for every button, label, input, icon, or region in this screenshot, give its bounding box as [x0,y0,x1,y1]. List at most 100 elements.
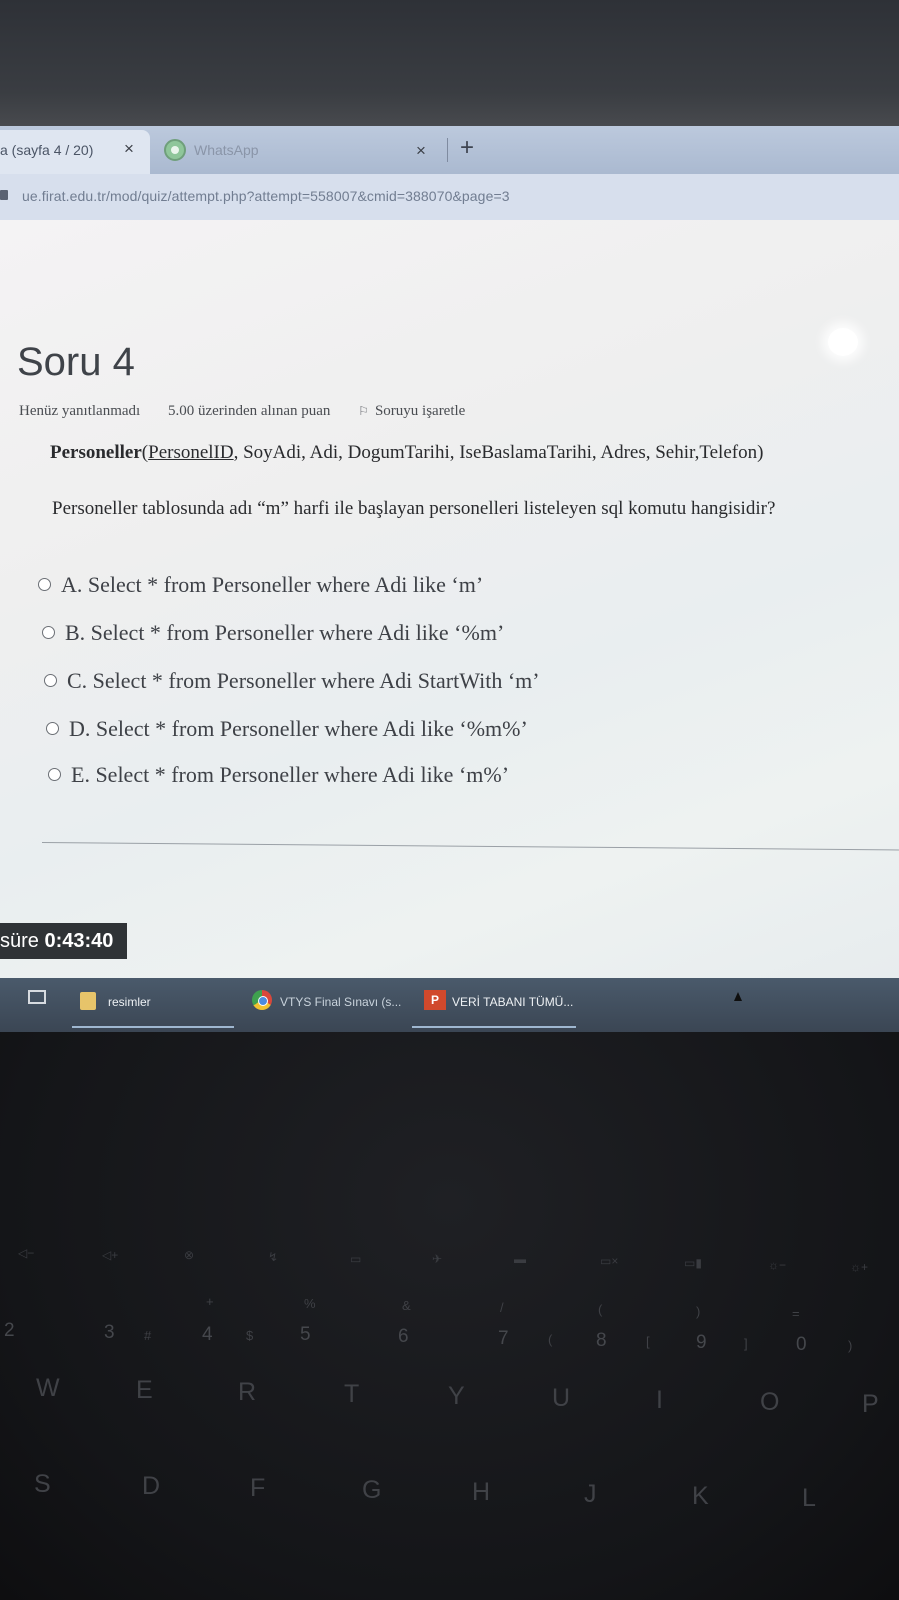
monitor-bezel [0,0,899,132]
screen-glare [828,328,858,356]
timer-value: 0:43:40 [44,930,114,952]
question-text: Personeller tablosunda adı “m” harfi ile… [52,498,776,519]
flag-question-link[interactable]: ⚐ Soruyu işaretle [358,403,465,420]
key-7: 7 [498,1328,509,1349]
key-5: 5 [300,1324,311,1345]
mouse-cursor-icon [734,992,742,1001]
key-i: I [656,1386,663,1414]
key-symbol: ) [696,1304,701,1319]
key-g: G [362,1476,382,1504]
key-symbol: ( [548,1332,553,1347]
radio-button[interactable] [42,626,55,640]
close-icon[interactable]: × [416,141,426,161]
key-p: P [862,1390,879,1418]
radio-button[interactable] [44,674,57,688]
answer-option-d[interactable]: D. Select * from Personeller where Adi l… [46,716,528,742]
key-w: W [36,1374,60,1402]
key-2: 2 [4,1320,15,1341]
schema-table-name: Personeller [50,442,142,463]
key-4: 4 [202,1324,213,1345]
key-l: L [802,1484,816,1512]
keyboard-light-icon: ▬ [514,1252,526,1266]
key-9: 9 [696,1332,707,1353]
divider [41,842,899,851]
timer-label: süre [0,930,45,952]
option-label: A. Select * from Personeller where Adi l… [61,572,484,597]
radio-button[interactable] [48,768,61,782]
radio-button[interactable] [38,578,51,592]
answer-option-a[interactable]: A. Select * from Personeller where Adi l… [38,572,483,598]
key-8: 8 [596,1330,607,1351]
new-tab-button[interactable]: + [460,134,474,162]
question-title: Soru 4 [17,340,135,384]
taskbar-item-chrome[interactable]: VTYS Final Sınavı (s... [242,978,408,1032]
key-symbol: $ [246,1328,254,1343]
active-indicator [72,1026,234,1028]
flag-icon: ⚐ [358,404,369,418]
airplane-icon: ✈ [432,1252,443,1266]
address-bar[interactable]: ue.firat.edu.tr/mod/quiz/attempt.php?att… [0,174,899,220]
table-schema: Personeller(PersonelID, SoyAdi, Adi, Dog… [50,442,763,464]
key-symbol: & [402,1298,411,1313]
radio-button[interactable] [46,722,59,736]
taskbar-item-powerpoint[interactable]: P VERİ TABANI TÜMÜ... [412,978,576,1032]
schema-columns: , SoyAdi, Adi, DogumTarihi, IseBaslamaTa… [233,442,764,463]
brightness-up-icon: ☼+ [850,1260,869,1274]
option-label: E. Select * from Personeller where Adi l… [71,762,510,787]
schema-primary-key: PersonelID [148,442,234,463]
key-t: T [344,1380,360,1408]
tab-quiz[interactable]: a (sayfa 4 / 20) × [0,130,150,174]
key-symbol: + [206,1294,214,1309]
screen-icon: ▭× [600,1254,619,1268]
key-symbol: ( [598,1302,603,1317]
key-r: R [238,1378,257,1406]
key-y: Y [448,1382,465,1410]
taskbar-item-label: resimler [108,995,151,1009]
key-symbol: [ [646,1334,650,1349]
browser-tab-strip: a (sayfa 4 / 20) × WhatsApp × + [0,126,899,174]
keyboard: ◁− ◁+ ⊗ ↯ ▭ ✈ ▬ ▭× ▭▮ ☼− ☼+ + % & / ( ) … [0,1032,899,1600]
active-indicator [412,1026,576,1028]
key-symbol: ] [744,1336,748,1351]
tab-whatsapp[interactable]: WhatsApp × [150,130,440,174]
tab-title: WhatsApp [194,142,259,158]
key-f: F [250,1474,266,1502]
key-symbol: = [792,1306,800,1321]
key-symbol: % [304,1296,316,1311]
volume-up-icon: ◁+ [102,1248,119,1262]
answer-option-b[interactable]: B. Select * from Personeller where Adi l… [42,620,504,646]
key-j: J [584,1480,597,1508]
key-symbol: # [144,1328,152,1343]
key-0: 0 [796,1334,807,1355]
key-s: S [34,1470,51,1498]
answer-option-c[interactable]: C. Select * from Personeller where Adi S… [44,668,540,694]
taskbar-item-folder[interactable]: resimler [72,978,234,1032]
close-icon[interactable]: × [124,139,134,159]
question-info: Henüz yanıtlanmadı 5.00 üzerinden alınan… [19,403,465,420]
quiz-page: Soru 4 Henüz yanıtlanmadı 5.00 üzerinden… [0,220,899,978]
mute-icon: ◁− [18,1246,35,1260]
key-o: O [760,1388,780,1416]
key-e: E [136,1376,153,1404]
task-view-icon[interactable] [28,990,46,1004]
key-6: 6 [398,1326,409,1347]
tab-separator [447,138,448,162]
key-3: 3 [104,1322,115,1343]
option-label: B. Select * from Personeller where Adi l… [65,620,505,645]
taskbar: resimler VTYS Final Sınavı (s... P VERİ … [0,978,899,1032]
lock-icon [0,190,8,200]
option-label: D. Select * from Personeller where Adi l… [69,716,528,741]
brightness-down-icon: ☼− [768,1258,787,1272]
answer-option-e[interactable]: E. Select * from Personeller where Adi l… [48,762,509,788]
whatsapp-icon [164,139,186,161]
key-symbol: / [500,1300,504,1315]
chrome-icon [252,990,272,1010]
display-icon: ▭ [350,1252,362,1266]
question-status: Henüz yanıtlanmadı [19,403,141,419]
option-label: C. Select * from Personeller where Adi S… [67,668,540,693]
url-text[interactable]: ue.firat.edu.tr/mod/quiz/attempt.php?att… [22,188,510,204]
taskbar-item-label: VTYS Final Sınavı (s... [280,995,402,1009]
battery-icon: ▭▮ [684,1256,702,1270]
taskbar-item-label: VERİ TABANI TÜMÜ... [452,995,574,1009]
powerpoint-icon: P [424,990,446,1010]
